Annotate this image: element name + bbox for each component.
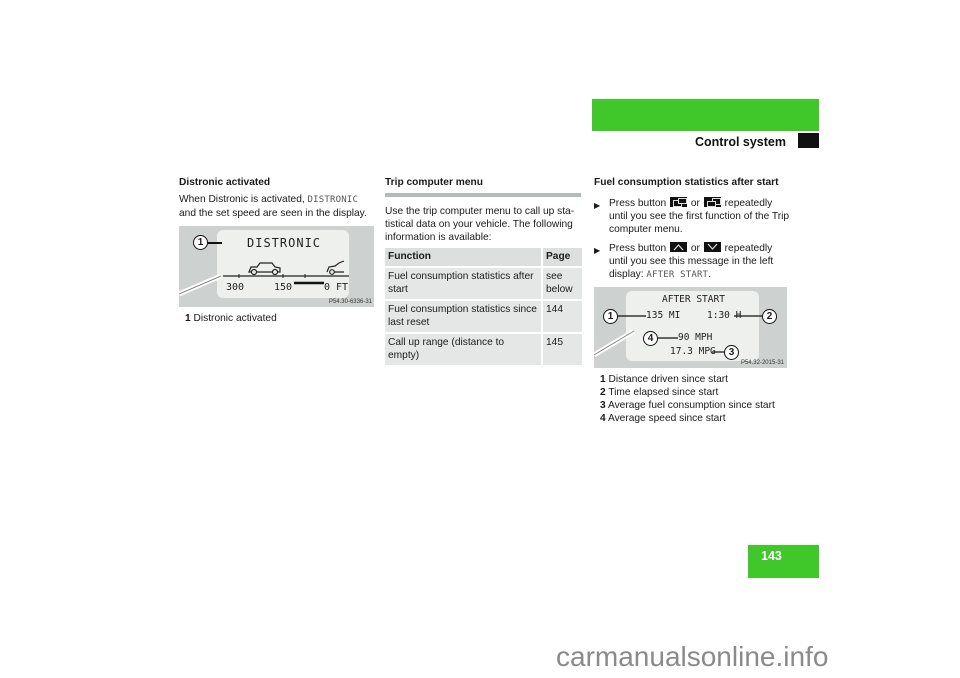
header-function: Function: [385, 248, 541, 266]
legend-item: 1 Distance driven since start: [600, 374, 728, 385]
distronic-legend: 1 Distronic activated: [185, 313, 277, 324]
display-button-right-icon: [703, 197, 721, 207]
distronic-section: Distronic activated When Distronic is ac…: [179, 176, 379, 220]
legend-item: 2 Time elapsed since start: [600, 387, 719, 398]
header-page: Page: [541, 248, 582, 266]
callout-2: 2: [762, 309, 777, 324]
section-header-bar: [592, 99, 819, 131]
display-word: DISTRONIC: [307, 195, 359, 205]
distronic-figure: 1 DISTRONIC 300 150 0 FT P54.30-6336-31: [179, 226, 374, 307]
consumption-value: 17.3 MPG: [670, 346, 716, 357]
trip-intro: Use the trip computer menu to call up st…: [385, 206, 575, 243]
speed-value: 90 MPH: [678, 332, 713, 343]
figure-code: P54.32-2015-31: [740, 360, 784, 366]
distance-value: 135 MI: [646, 310, 681, 321]
page-number-box: 143: [748, 545, 819, 578]
legend-item: 4 Average speed since start: [600, 413, 726, 424]
page-number: 143: [761, 549, 782, 563]
down-arrow-button-icon: [703, 242, 721, 252]
scale-label-0ft: 0 FT: [324, 282, 349, 293]
watermark-link[interactable]: carmanualsonline.info: [556, 641, 828, 673]
lead-car-icon: [326, 260, 345, 275]
table-row: Call up range (distance to empty) 145: [385, 334, 582, 365]
trip-computer-section: Trip computer menu Use the trip computer…: [385, 176, 581, 244]
up-arrow-button-icon: [670, 242, 688, 252]
table-row: Fuel consumption statistics after start …: [385, 268, 582, 299]
own-car-icon: [248, 262, 281, 276]
table-row: Fuel consumption statistics since last r…: [385, 301, 582, 332]
time-value: 1:30 H: [707, 310, 742, 321]
bullet-arrow-icon: ▶: [594, 246, 601, 255]
fuel-heading: Fuel consumption statistics after start: [594, 177, 779, 188]
heading-rule: [385, 193, 581, 197]
distronic-heading: Distronic activated: [179, 177, 271, 188]
display-button-left-icon: [670, 197, 688, 207]
callout-1: 1: [603, 309, 618, 324]
section-title: Controls in detail: [825, 113, 928, 127]
callout-4: 4: [643, 331, 658, 346]
display-title: AFTER START: [662, 294, 725, 305]
fuel-stats-section: Fuel consumption statistics after start …: [594, 176, 790, 282]
after-start-figure: AFTER START 135 MI 1:30 H 90 MPH 17.3 MP…: [594, 287, 787, 368]
scale-label-300: 300: [226, 282, 245, 293]
trip-table: Function Page Fuel consumption statistic…: [385, 246, 582, 367]
trip-heading: Trip computer menu: [385, 177, 483, 188]
subsection-title: Control system: [695, 135, 786, 149]
table-header-row: Function Page: [385, 248, 582, 266]
callout-3: 3: [724, 345, 739, 360]
figure-code: P54.30-6336-31: [328, 299, 372, 305]
after-start-legend: 1 Distance driven since start 2 Time ela…: [600, 373, 775, 425]
distance-graphic: [179, 260, 349, 297]
bullet-arrow-icon: ▶: [594, 201, 601, 210]
step-2: ▶ Press button or repeatedly until you s…: [594, 242, 774, 280]
legend-item: 3 Average fuel consumption since start: [600, 400, 775, 411]
subsection-marker: [798, 133, 819, 148]
distronic-text: When Distronic is activated, DISTRONIC a…: [179, 194, 367, 219]
after-start-text: AFTER START: [646, 270, 709, 280]
scale-label-150: 150: [274, 282, 293, 293]
step-1: ▶ Press button or repeatedly until you s…: [594, 197, 790, 235]
